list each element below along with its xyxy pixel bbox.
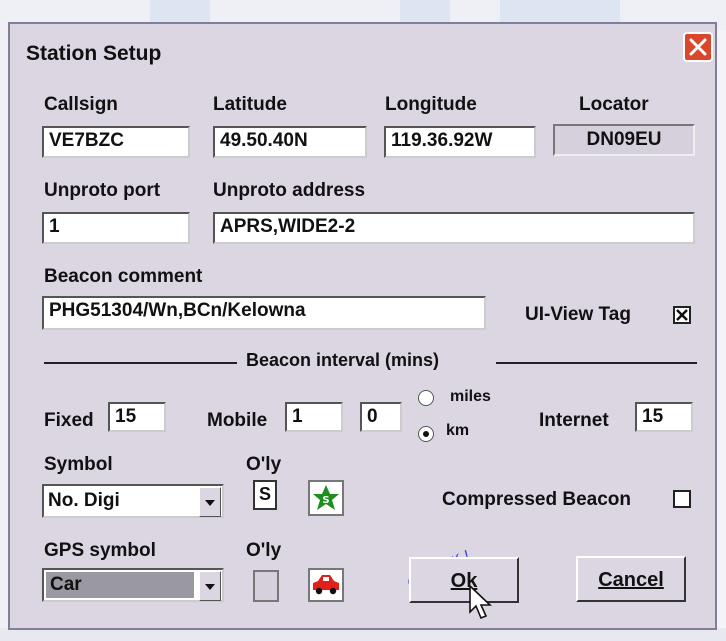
- checkmark-icon: [676, 309, 688, 321]
- fixed-label: Fixed: [44, 410, 94, 431]
- station-setup-dialog: Station Setup Callsign Latitude Longitud…: [8, 22, 717, 630]
- gps-symbol-select[interactable]: Car: [42, 568, 224, 602]
- symbol-preview[interactable]: S: [308, 480, 344, 516]
- close-button[interactable]: [683, 32, 713, 62]
- miles-label: miles: [450, 388, 491, 405]
- symbol-label: Symbol: [44, 454, 113, 475]
- callsign-input[interactable]: VE7BZC: [42, 126, 190, 158]
- callsign-label: Callsign: [44, 94, 118, 115]
- internet-interval-input[interactable]: 15: [635, 402, 693, 432]
- symbol-select-value: No. Digi: [48, 490, 120, 511]
- interval-separator-right: [496, 362, 697, 364]
- gps-symbol-label: GPS symbol: [44, 540, 156, 561]
- compressed-beacon-label: Compressed Beacon: [442, 489, 632, 510]
- gps-symbol-preview[interactable]: [308, 568, 344, 602]
- fixed-interval-input[interactable]: 15: [108, 402, 166, 432]
- locator-value: DN09EU: [553, 124, 695, 156]
- ok-button[interactable]: Ok: [409, 557, 519, 603]
- interval-separator-left: [44, 362, 237, 364]
- digipeater-star-icon: S: [313, 485, 339, 510]
- mouse-pointer-icon: [469, 584, 493, 620]
- unproto-port-label: Unproto port: [44, 180, 161, 201]
- chevron-down-icon[interactable]: [199, 487, 221, 517]
- cancel-button-label: Cancel: [598, 569, 664, 591]
- cancel-button[interactable]: Cancel: [576, 556, 686, 602]
- chevron-down-icon[interactable]: [199, 571, 221, 601]
- unproto-address-input[interactable]: APRS,WIDE2-2: [213, 212, 695, 244]
- gps-overlay-label: O'ly: [246, 540, 282, 561]
- locator-label: Locator: [579, 94, 649, 115]
- unproto-port-input[interactable]: 1: [42, 212, 190, 244]
- svg-text:S: S: [322, 495, 329, 506]
- beacon-comment-input[interactable]: PHG51304/Wn,BCn/Kelowna: [42, 296, 486, 330]
- latitude-input[interactable]: 49.50.40N: [213, 126, 367, 158]
- mobile-label: Mobile: [207, 410, 268, 431]
- title-bar[interactable]: Station Setup: [10, 24, 715, 74]
- uiview-tag-checkbox[interactable]: [673, 306, 691, 324]
- km-label: km: [446, 422, 470, 439]
- beacon-interval-title: Beacon interval (mins): [246, 350, 440, 370]
- gps-overlay-input[interactable]: [253, 570, 279, 602]
- mobile-interval-input[interactable]: 1: [285, 402, 343, 432]
- latitude-label: Latitude: [213, 94, 287, 115]
- longitude-label: Longitude: [385, 94, 477, 115]
- beacon-comment-label: Beacon comment: [44, 266, 203, 287]
- car-icon: [313, 575, 339, 595]
- uiview-tag-label: UI-View Tag: [525, 304, 631, 325]
- radio-selected-dot: [423, 431, 429, 437]
- symbol-overlay-label: O'ly: [246, 454, 282, 475]
- unproto-address-label: Unproto address: [213, 180, 366, 201]
- internet-label: Internet: [539, 410, 609, 431]
- km-radio[interactable]: [418, 426, 434, 442]
- symbol-overlay-input[interactable]: S: [253, 480, 277, 510]
- mobile-distance-input[interactable]: 0: [360, 402, 402, 432]
- map-background-left: [0, 30, 8, 628]
- dialog-title: Station Setup: [26, 42, 162, 65]
- symbol-select[interactable]: No. Digi: [42, 484, 224, 518]
- miles-radio[interactable]: [418, 390, 434, 406]
- gps-symbol-select-value: Car: [50, 574, 82, 595]
- close-icon: [689, 38, 707, 56]
- longitude-input[interactable]: 119.36.92W: [384, 126, 536, 158]
- compressed-beacon-checkbox[interactable]: [673, 490, 691, 508]
